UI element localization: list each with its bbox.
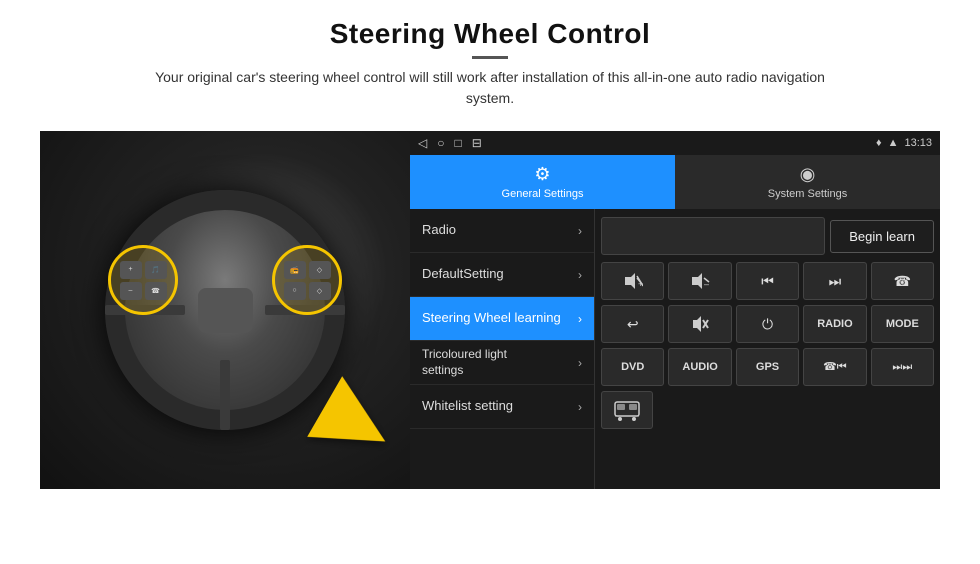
mini-btn: ☎ <box>145 282 167 300</box>
mini-btn: + <box>120 261 142 279</box>
location-icon: ♦ <box>876 137 882 149</box>
android-ui-panel: ◁ ○ □ ⊟ ♦ ▲ 13:13 ⚙ General Settings <box>410 131 940 489</box>
status-indicators: ♦ ▲ 13:13 <box>876 137 932 149</box>
menu-steering-label: Steering Wheel learning <box>422 310 578 327</box>
steering-controls-panel: Begin learn + – ⏮ ⏭ ☎ <box>595 209 940 489</box>
mode-button[interactable]: MODE <box>871 305 934 343</box>
clock: 13:13 <box>904 137 932 149</box>
settings-tab-bar: ⚙ General Settings ◉ System Settings <box>410 155 940 209</box>
radio-mode-button[interactable]: RADIO <box>803 305 866 343</box>
power-button[interactable]: ⏻ <box>736 305 799 343</box>
controls-row-4 <box>601 391 934 429</box>
tab-system-settings[interactable]: ◉ System Settings <box>675 155 940 209</box>
menu-item-whitelist[interactable]: Whitelist setting › <box>410 385 594 429</box>
system-icon: ◉ <box>800 164 816 185</box>
svg-text:–: – <box>704 279 709 289</box>
title-divider <box>472 56 508 59</box>
menu-whitelist-label: Whitelist setting <box>422 398 578 415</box>
left-control-circle: + 🎵 – ☎ <box>108 245 178 315</box>
menu-item-default-setting[interactable]: DefaultSetting › <box>410 253 594 297</box>
gear-icon: ⚙ <box>534 164 550 185</box>
mini-btn: 🎵 <box>145 261 167 279</box>
begin-learn-button[interactable]: Begin learn <box>830 220 934 253</box>
tab-system-label: System Settings <box>768 188 847 200</box>
phone-prev-button[interactable]: ☎⏮ <box>803 348 866 386</box>
content-area: + 🎵 – ☎ 📻 ◇ ○ ◇ <box>40 131 940 489</box>
chevron-right-icon: › <box>578 312 582 326</box>
chevron-right-icon: › <box>578 400 582 414</box>
menu-item-radio[interactable]: Radio › <box>410 209 594 253</box>
back-nav-icon[interactable]: ◁ <box>418 136 427 150</box>
menu-item-steering[interactable]: Steering Wheel learning › <box>410 297 594 341</box>
menu-item-tricoloured[interactable]: Tricoloured lightsettings › <box>410 341 594 385</box>
menu-radio-label: Radio <box>422 222 578 239</box>
controls-row-2: ↩ ⏻ RADIO MODE <box>601 305 934 343</box>
audio-button[interactable]: AUDIO <box>668 348 731 386</box>
right-control-circle: 📻 ◇ ○ ◇ <box>272 245 342 315</box>
menu-tricoloured-label: Tricoloured lightsettings <box>422 347 578 378</box>
page-subtitle: Your original car's steering wheel contr… <box>140 67 840 109</box>
settings-main-content: Radio › DefaultSetting › Steering Wheel … <box>410 209 940 489</box>
dvd-button[interactable]: DVD <box>601 348 664 386</box>
skip-forward-button[interactable]: ⏭⏭ <box>871 348 934 386</box>
page-title: Steering Wheel Control <box>140 18 840 50</box>
mini-btn: ◇ <box>309 282 331 300</box>
radio-display-box <box>601 217 825 255</box>
recents-nav-icon[interactable]: □ <box>454 136 461 150</box>
answer-call-button[interactable]: ↩ <box>601 305 664 343</box>
mini-btn: ◇ <box>309 261 331 279</box>
nav-buttons: ◁ ○ □ ⊟ <box>418 136 482 150</box>
bus-icon-button[interactable] <box>601 391 653 429</box>
controls-row-1: + – ⏮ ⏭ ☎ <box>601 262 934 300</box>
controls-row-3: DVD AUDIO GPS ☎⏮ ⏭⏭ <box>601 348 934 386</box>
radio-learn-row: Begin learn <box>601 215 934 257</box>
arrow-indicator <box>320 389 390 459</box>
tab-general-label: General Settings <box>502 188 584 200</box>
vol-up-button[interactable]: + <box>601 262 664 300</box>
mini-btn: ○ <box>284 282 306 300</box>
next-track-button[interactable]: ⏭ <box>803 262 866 300</box>
steering-wheel-image: + 🎵 – ☎ 📻 ◇ ○ ◇ <box>40 131 410 489</box>
mute-button[interactable] <box>668 305 731 343</box>
vol-down-button[interactable]: – <box>668 262 731 300</box>
signal-icon: ▲ <box>888 137 899 149</box>
home-nav-icon[interactable]: ○ <box>437 136 444 150</box>
mini-btn: – <box>120 282 142 300</box>
chevron-right-icon: › <box>578 356 582 370</box>
mini-btn: 📻 <box>284 261 306 279</box>
menu-default-label: DefaultSetting <box>422 266 578 283</box>
phone-button-1[interactable]: ☎ <box>871 262 934 300</box>
chevron-right-icon: › <box>578 224 582 238</box>
chevron-right-icon: › <box>578 268 582 282</box>
tab-general-settings[interactable]: ⚙ General Settings <box>410 155 675 209</box>
status-bar: ◁ ○ □ ⊟ ♦ ▲ 13:13 <box>410 131 940 155</box>
menu-nav-icon[interactable]: ⊟ <box>472 136 482 150</box>
svg-text:+: + <box>638 279 643 289</box>
gps-button[interactable]: GPS <box>736 348 799 386</box>
prev-track-button[interactable]: ⏮ <box>736 262 799 300</box>
settings-menu: Radio › DefaultSetting › Steering Wheel … <box>410 209 595 489</box>
